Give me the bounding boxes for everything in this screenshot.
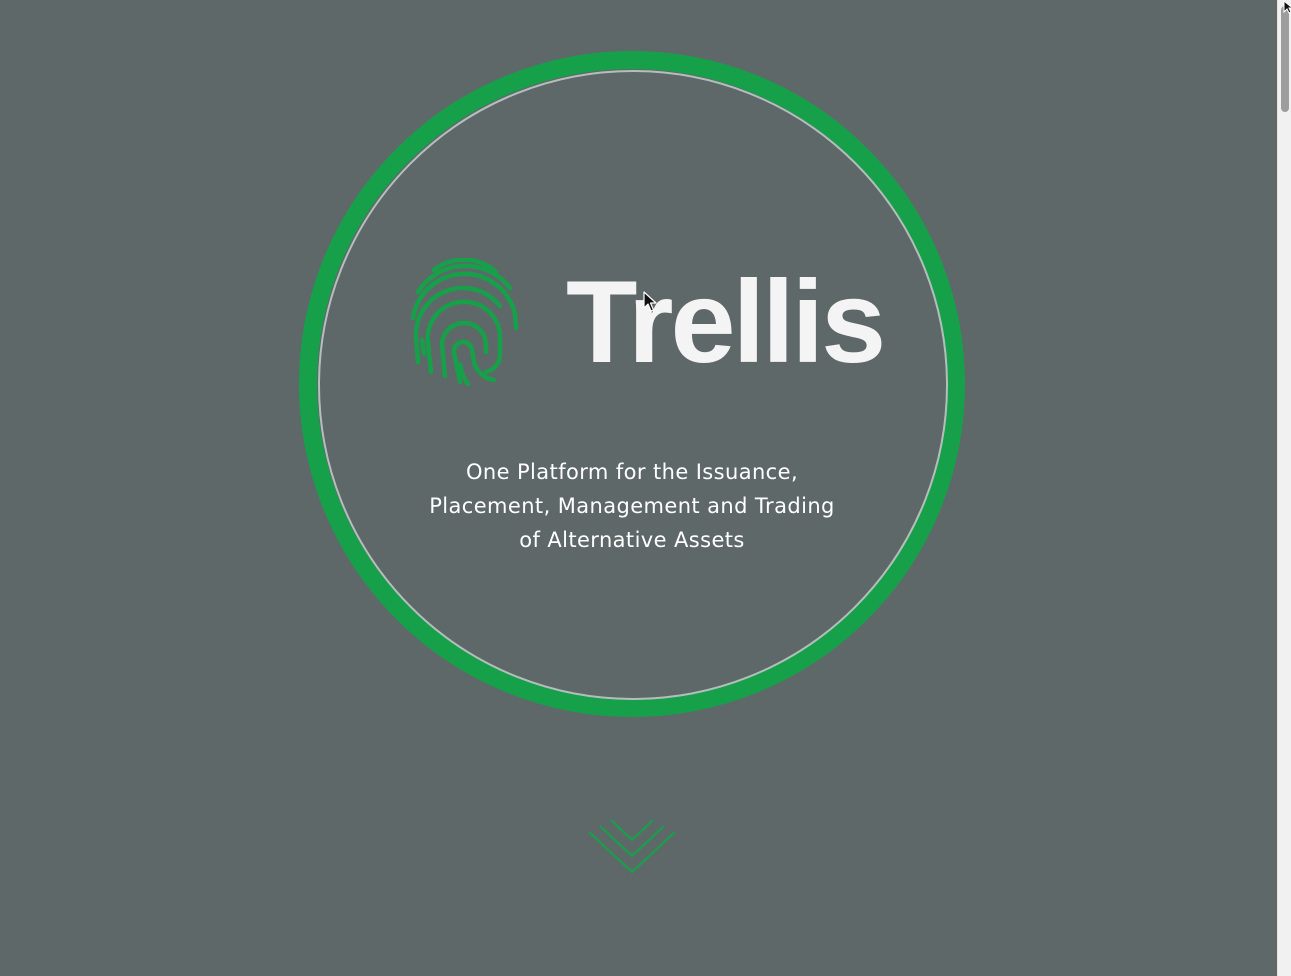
tagline-line: One Platform for the Issuance,	[465, 460, 799, 484]
brand-name: Trellis	[566, 256, 886, 387]
landing-page: Trellis One Platform for the Issuance, P…	[0, 0, 1277, 976]
tagline-line: of Alternative Assets	[519, 528, 745, 552]
scrollbar-thumb[interactable]	[1281, 6, 1289, 112]
triple-chevron-down-icon[interactable]	[587, 816, 677, 876]
vertical-scrollbar[interactable]	[1277, 0, 1291, 976]
hero-tagline: One Platform for the Issuance, Placement…	[382, 455, 882, 557]
fingerprint-icon	[410, 258, 519, 387]
tagline-line: Placement, Management and Trading	[429, 494, 835, 518]
